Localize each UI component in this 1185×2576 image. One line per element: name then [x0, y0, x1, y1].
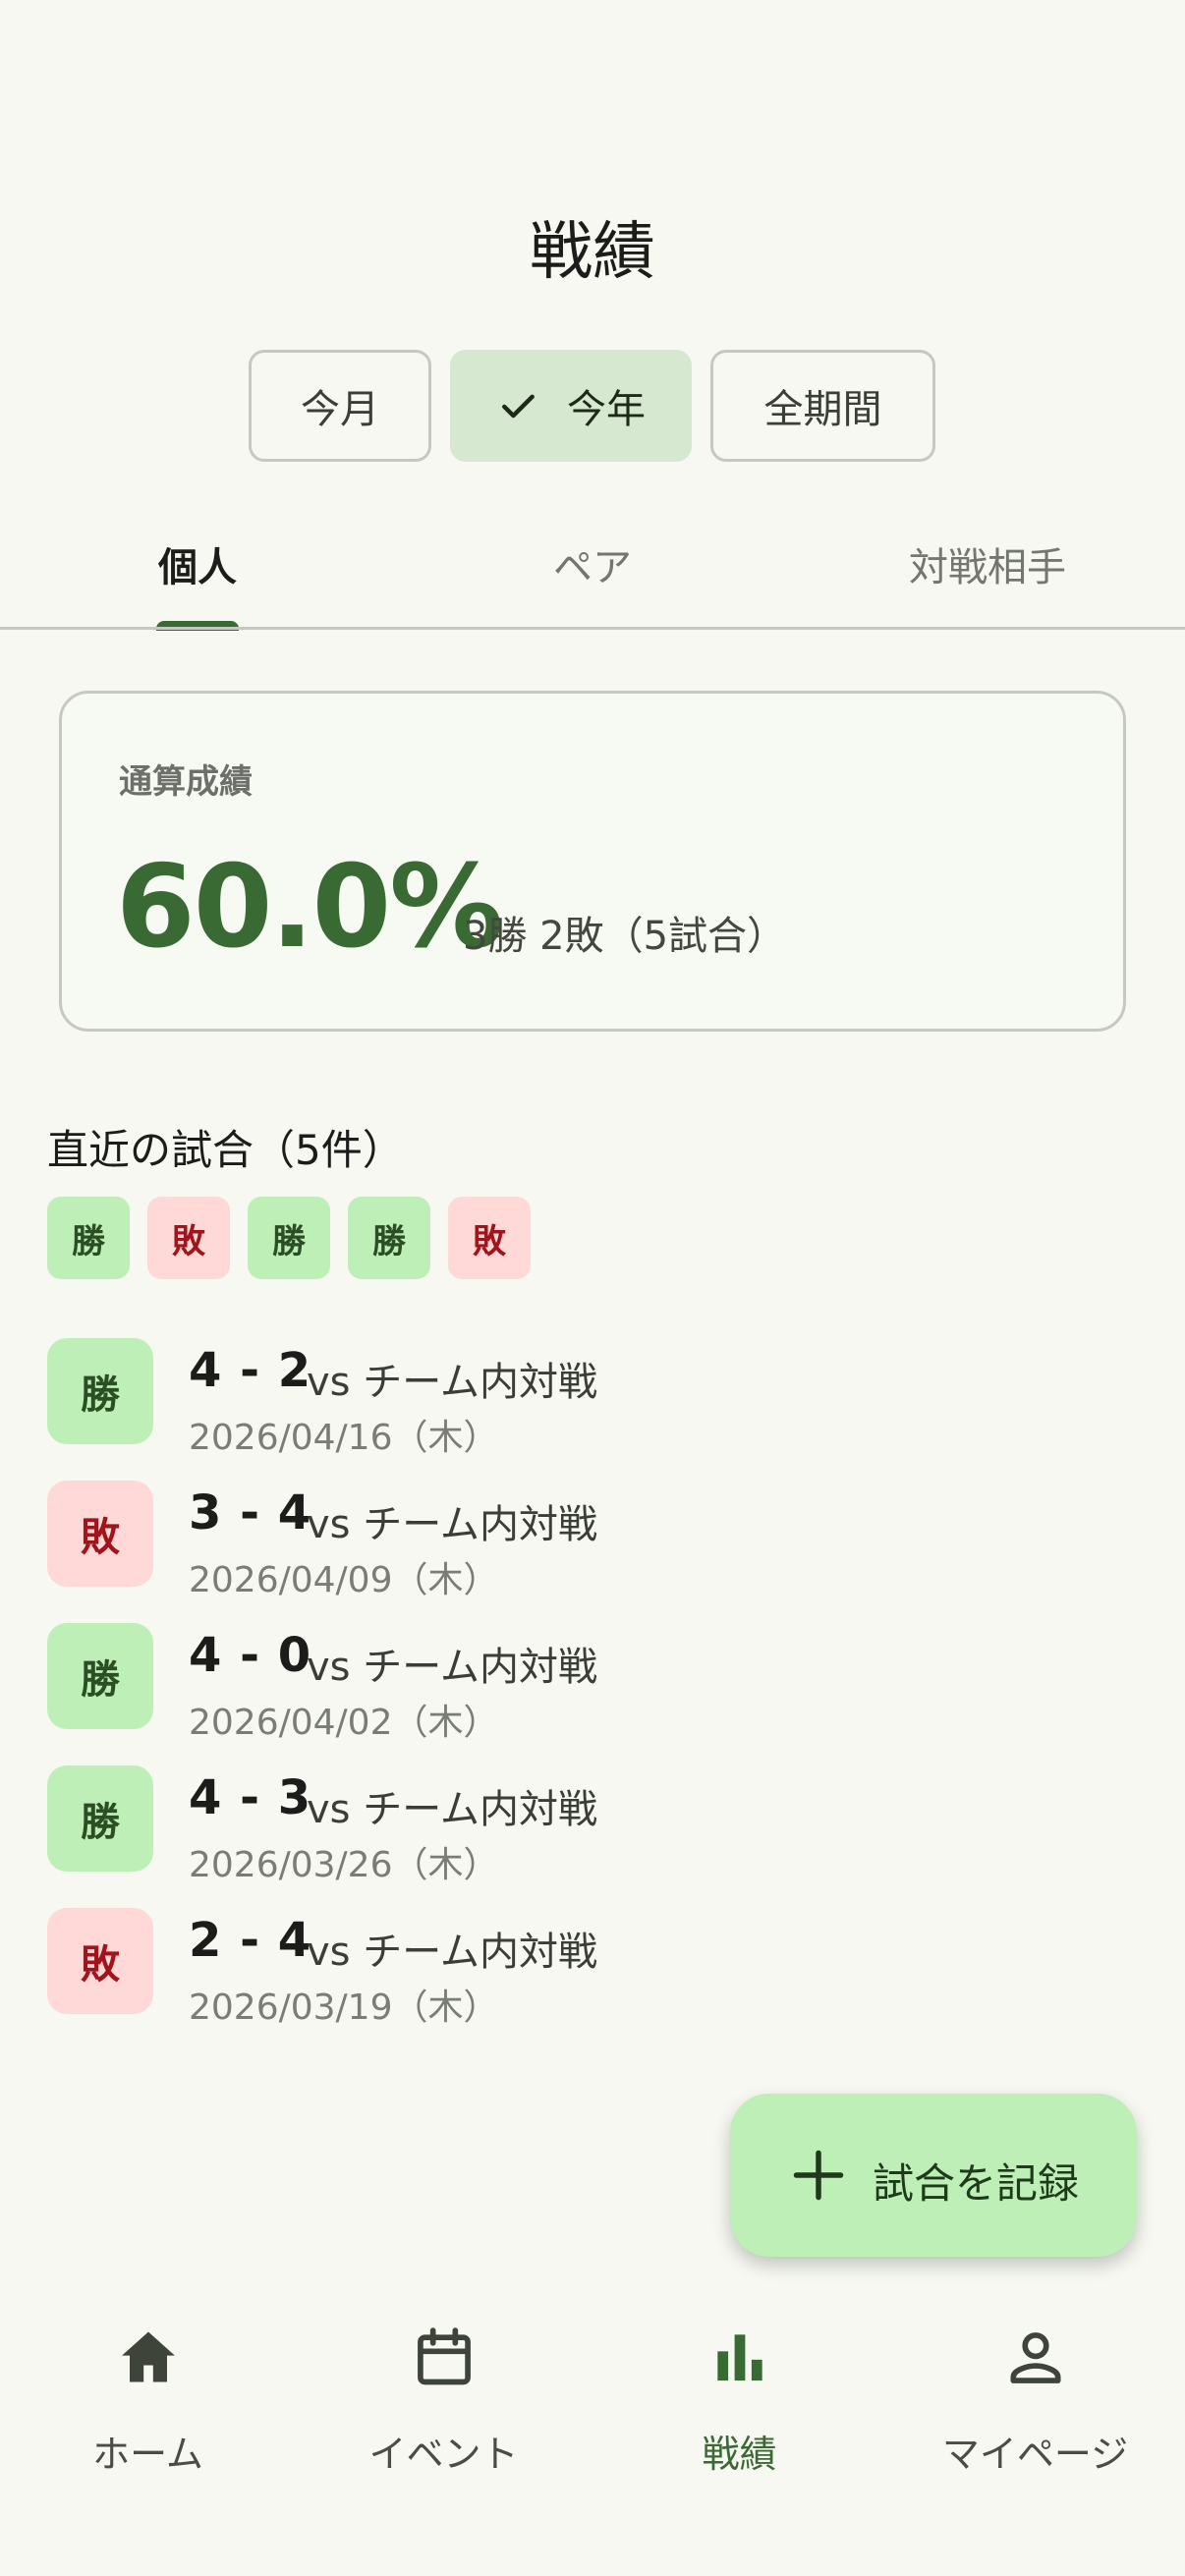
- person-icon: [1010, 2332, 1060, 2383]
- match-row[interactable]: 勝 4 - 0 vs チーム内対戦 2026/04/02（木）: [47, 1623, 1128, 1765]
- record-match-button[interactable]: 試合を記録: [730, 2094, 1137, 2257]
- recent-matches-title: 直近の試合（5件）: [47, 1126, 404, 1174]
- filter-chip-this-year[interactable]: 今年: [450, 350, 692, 462]
- filter-chip-this-month[interactable]: 今月: [249, 350, 431, 462]
- summary-card: 通算成績 60.0% 3勝 2敗（5試合）: [59, 691, 1126, 1032]
- form-chip: 勝: [47, 1197, 130, 1279]
- nav-item-stats[interactable]: 戦績: [592, 2294, 887, 2510]
- match-opponent: vs チーム内対戦: [307, 1502, 598, 1547]
- tab-label: ペア: [553, 545, 632, 590]
- match-row[interactable]: 勝 4 - 2 vs チーム内対戦 2026/04/16（木）: [47, 1338, 1128, 1481]
- match-row[interactable]: 敗 2 - 4 vs チーム内対戦 2026/03/19（木）: [47, 1908, 1128, 2050]
- bottom-navigation: ホーム イベント 戦績 マイページ: [0, 2294, 1185, 2576]
- form-chip: 勝: [248, 1197, 330, 1279]
- win-loss-detail: 3勝 2敗（5試合）: [463, 914, 787, 959]
- plus-icon: [793, 2150, 844, 2201]
- check-icon: [502, 394, 535, 419]
- nav-item-mypage[interactable]: マイページ: [887, 2294, 1183, 2510]
- tab-label: 対戦相手: [909, 545, 1066, 590]
- tab-opponents[interactable]: 対戦相手: [790, 501, 1185, 627]
- match-date: 2026/03/19（木）: [189, 1988, 499, 2028]
- recent-form: 勝 敗 勝 勝 敗: [47, 1197, 548, 1279]
- result-badge: 敗: [47, 1481, 153, 1587]
- match-date: 2026/03/26（木）: [189, 1845, 499, 1885]
- match-list: 勝 4 - 2 vs チーム内対戦 2026/04/16（木） 敗 3 - 4 …: [47, 1338, 1128, 2050]
- calendar-icon: [417, 2327, 471, 2385]
- period-filter: 今月 今年 全期間: [0, 350, 1185, 462]
- tab-label: 個人: [158, 545, 237, 590]
- result-badge: 敗: [47, 1908, 153, 2014]
- match-row[interactable]: 敗 3 - 4 vs チーム内対戦 2026/04/09（木）: [47, 1481, 1128, 1623]
- match-score: 2 - 4: [189, 1913, 312, 1968]
- filter-chip-label: 今月: [301, 387, 379, 432]
- result-badge: 勝: [47, 1338, 153, 1444]
- match-date: 2026/04/02（木）: [189, 1703, 499, 1743]
- match-date: 2026/04/16（木）: [189, 1418, 499, 1458]
- nav-label: イベント: [368, 2433, 519, 2476]
- match-opponent: vs チーム内対戦: [307, 1787, 598, 1832]
- nav-label: 戦績: [702, 2433, 777, 2476]
- form-chip: 敗: [147, 1197, 230, 1279]
- filter-chip-label: 全期間: [763, 387, 882, 432]
- stats-tabs: 個人 ペア 対戦相手: [0, 501, 1185, 631]
- summary-label: 通算成績: [119, 762, 253, 802]
- form-chip: 敗: [448, 1197, 531, 1279]
- page-title: 戦績: [530, 216, 655, 289]
- match-opponent: vs チーム内対戦: [307, 1645, 598, 1690]
- home-icon: [121, 2331, 175, 2382]
- match-date: 2026/04/09（木）: [189, 1560, 499, 1600]
- nav-item-home[interactable]: ホーム: [0, 2294, 296, 2510]
- bar-chart-icon: [716, 2334, 762, 2381]
- match-opponent: vs チーム内対戦: [307, 1360, 598, 1405]
- match-score: 4 - 2: [189, 1343, 312, 1398]
- match-row[interactable]: 勝 4 - 3 vs チーム内対戦 2026/03/26（木）: [47, 1765, 1128, 1908]
- match-opponent: vs チーム内対戦: [307, 1930, 598, 1975]
- tab-individual[interactable]: 個人: [0, 501, 395, 627]
- filter-chip-label: 今年: [567, 387, 646, 432]
- nav-item-events[interactable]: イベント: [296, 2294, 592, 2510]
- tab-divider: [0, 627, 1185, 630]
- record-match-label: 試合を記録: [873, 2159, 1080, 2208]
- win-rate: 60.0%: [116, 841, 503, 974]
- tab-pair[interactable]: ペア: [395, 501, 790, 627]
- nav-label: ホーム: [92, 2433, 203, 2476]
- match-score: 4 - 3: [189, 1770, 312, 1825]
- result-badge: 勝: [47, 1765, 153, 1872]
- match-score: 4 - 0: [189, 1628, 312, 1683]
- filter-chip-all-time[interactable]: 全期間: [710, 350, 935, 462]
- result-badge: 勝: [47, 1623, 153, 1729]
- form-chip: 勝: [348, 1197, 430, 1279]
- match-score: 3 - 4: [189, 1485, 312, 1540]
- nav-label: マイページ: [941, 2433, 1129, 2476]
